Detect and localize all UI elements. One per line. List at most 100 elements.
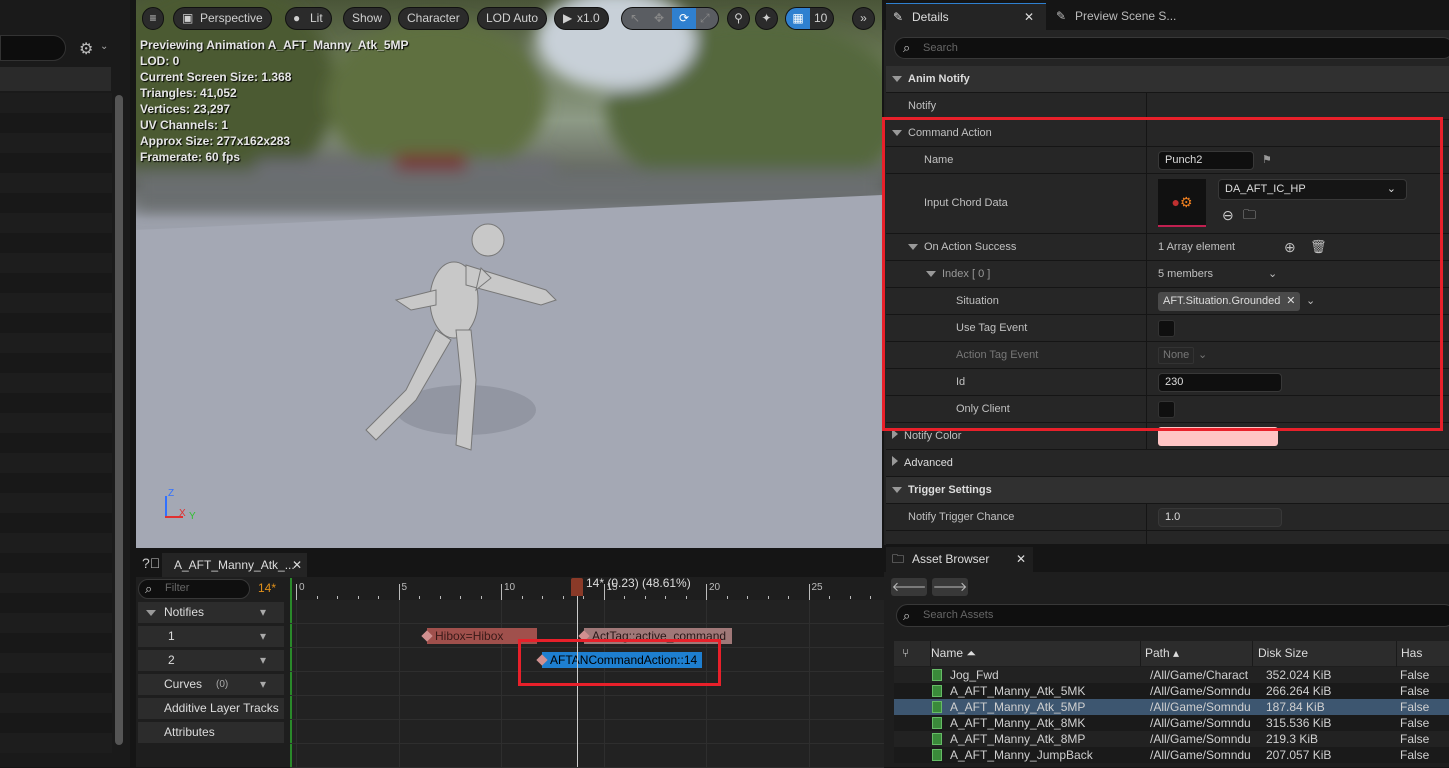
asset-thumbnail[interactable]: ●⚙ <box>1158 179 1206 227</box>
list-item[interactable] <box>0 473 112 493</box>
tab-asset-browser[interactable]: 🗀 Asset Browser ✕ <box>886 547 1033 572</box>
gameplay-tag-chip[interactable]: AFT.Situation.Grounded ✕ <box>1158 292 1301 311</box>
only-client-checkbox[interactable] <box>1158 401 1175 418</box>
track-5[interactable]: Additive Layer Tracks <box>138 698 284 719</box>
use-tag-event-checkbox[interactable] <box>1158 320 1175 337</box>
asset-row[interactable]: Jog_Fwd/All/Game/Charact 352.024 KiB False <box>894 667 1449 683</box>
notify-event[interactable]: Hibox=Hibox <box>427 628 537 644</box>
list-item[interactable] <box>0 673 112 693</box>
tab-preview-scene[interactable]: ✎ Preview Scene S... <box>1049 3 1176 30</box>
rotate-icon[interactable]: ⟳ <box>672 8 696 29</box>
list-item[interactable] <box>0 313 112 333</box>
list-item[interactable] <box>0 733 112 753</box>
list-item[interactable] <box>0 613 112 633</box>
notify-event[interactable]: AFTANCommandAction::14 <box>542 652 702 668</box>
section-advanced[interactable]: Advanced <box>886 450 1449 477</box>
lod-button[interactable]: LOD Auto <box>477 7 548 30</box>
filter-input[interactable]: ⌕ Filter <box>138 579 250 599</box>
row-command-action[interactable]: Command Action <box>886 120 1449 147</box>
back-button[interactable]: 🡐 <box>891 578 927 596</box>
input-chord-dropdown[interactable]: DA_AFT_IC_HP ⌄ <box>1218 179 1407 200</box>
chevron-down-icon[interactable]: ⌄ <box>1268 261 1277 287</box>
row-notify-color[interactable]: Notify Color <box>886 423 1449 450</box>
list-item[interactable] <box>0 553 112 573</box>
transform-tools[interactable]: ↖ ✥ ⟳ ⤢ <box>621 7 719 30</box>
notify-event[interactable]: ActTag::active_command <box>584 628 732 644</box>
tab-animation[interactable]: A_AFT_Manny_Atk_... ✕ <box>162 553 307 577</box>
list-item[interactable] <box>0 153 112 173</box>
more-options-button[interactable]: » <box>852 7 875 30</box>
section-anim-notify[interactable]: Anim Notify <box>886 66 1449 93</box>
expand-icon[interactable] <box>146 610 156 616</box>
list-item[interactable] <box>0 333 112 353</box>
chevron-down-icon[interactable]: ▾ <box>260 650 266 671</box>
chevron-down-icon[interactable]: ⌄ <box>100 41 108 52</box>
close-icon[interactable]: ✕ <box>292 553 302 577</box>
list-item[interactable] <box>0 213 112 233</box>
list-item[interactable] <box>0 493 112 513</box>
list-item[interactable] <box>0 393 112 413</box>
list-item[interactable] <box>0 373 112 393</box>
asset-search-input[interactable]: ⌕ Search Assets <box>896 604 1449 627</box>
close-icon[interactable]: ✕ <box>1024 4 1034 31</box>
playhead[interactable] <box>577 578 578 767</box>
chevron-down-icon[interactable]: ⌄ <box>1306 288 1315 314</box>
gear-icon[interactable]: ⚙ <box>79 39 93 59</box>
list-item[interactable] <box>0 273 112 293</box>
list-item[interactable] <box>0 653 112 673</box>
select-icon[interactable]: ↖ <box>630 8 640 29</box>
track-4[interactable]: Curves (0) ▾ <box>138 674 284 695</box>
row-index-0[interactable]: Index [ 0 ] 5 members ⌄ <box>886 261 1449 288</box>
help-icon[interactable]: ?⃝ <box>142 555 160 571</box>
notify-color-swatch[interactable] <box>1158 427 1278 446</box>
name-input[interactable]: Punch2 <box>1158 151 1254 170</box>
scrollbar[interactable] <box>115 95 123 745</box>
column-path[interactable]: Path ▴ <box>1140 641 1252 666</box>
id-input[interactable]: 230 <box>1158 373 1282 392</box>
column-name[interactable]: Name ⏶ <box>930 641 1136 666</box>
asset-row[interactable]: A_AFT_Manny_Atk_8MK/All/Game/Somndu 315.5… <box>894 715 1449 731</box>
scale-icon[interactable]: ⤢ <box>700 8 710 29</box>
grid-snap-button[interactable]: ▦ 10 <box>785 7 834 30</box>
playback-speed-button[interactable]: ▶ x1.0 <box>554 7 609 30</box>
left-search-input[interactable] <box>0 35 66 61</box>
character-button[interactable]: Character <box>398 7 469 30</box>
list-item[interactable] <box>0 253 112 273</box>
close-icon[interactable]: ✕ <box>1016 547 1026 572</box>
list-item[interactable] <box>0 413 112 433</box>
list-item[interactable] <box>0 633 112 653</box>
track-1[interactable]: Notifies ▾ <box>138 602 284 623</box>
viewport-menu-button[interactable]: ≡ <box>142 7 164 30</box>
forward-button[interactable]: 🡒 <box>932 578 968 596</box>
column-disk-size[interactable]: Disk Size <box>1252 641 1374 666</box>
details-search-input[interactable]: ⌕ Search <box>894 37 1449 59</box>
list-item[interactable] <box>0 573 112 593</box>
list-item[interactable] <box>0 533 112 553</box>
use-selected-icon[interactable]: ⊖ <box>1222 202 1234 228</box>
lit-button[interactable]: ● Lit <box>285 7 332 30</box>
show-button[interactable]: Show <box>343 7 392 30</box>
list-item[interactable] <box>0 433 112 453</box>
asset-row[interactable]: A_AFT_Manny_Atk_5MK/All/Game/Somndu 266.2… <box>894 683 1449 699</box>
asset-row[interactable]: A_AFT_Manny_JumpBack/All/Game/Somndu 207.… <box>894 747 1449 763</box>
list-item[interactable] <box>0 353 112 373</box>
track-3[interactable]: 2 ▾ <box>138 650 284 671</box>
row-on-action-success[interactable]: On Action Success 1 Array element ⊕ 🗑 <box>886 234 1449 261</box>
surface-snap-button[interactable]: ✦ <box>755 7 778 30</box>
list-item[interactable] <box>0 713 112 733</box>
list-item[interactable] <box>0 513 112 533</box>
chevron-down-icon[interactable]: ▾ <box>260 602 266 623</box>
add-element-icon[interactable]: ⊕ <box>1284 234 1296 260</box>
tab-details[interactable]: ✎ Details ✕ <box>886 3 1046 30</box>
remove-tag-icon[interactable]: ✕ <box>1286 292 1295 311</box>
track-6[interactable]: Attributes <box>138 722 284 743</box>
timeline-area[interactable]: 0 5 10 15 20 25 Hibox=Hibox ActTag::active_com… <box>290 576 884 768</box>
list-item[interactable] <box>0 453 112 473</box>
list-item[interactable] <box>0 233 112 253</box>
trash-icon[interactable]: 🗑 <box>1310 234 1327 260</box>
local-space-button[interactable]: ⚲ <box>727 7 750 30</box>
track-2[interactable]: 1 ▾ <box>138 626 284 647</box>
list-item[interactable] <box>0 693 112 713</box>
chevron-down-icon[interactable]: ▾ <box>260 626 266 647</box>
list-item[interactable] <box>0 113 112 133</box>
